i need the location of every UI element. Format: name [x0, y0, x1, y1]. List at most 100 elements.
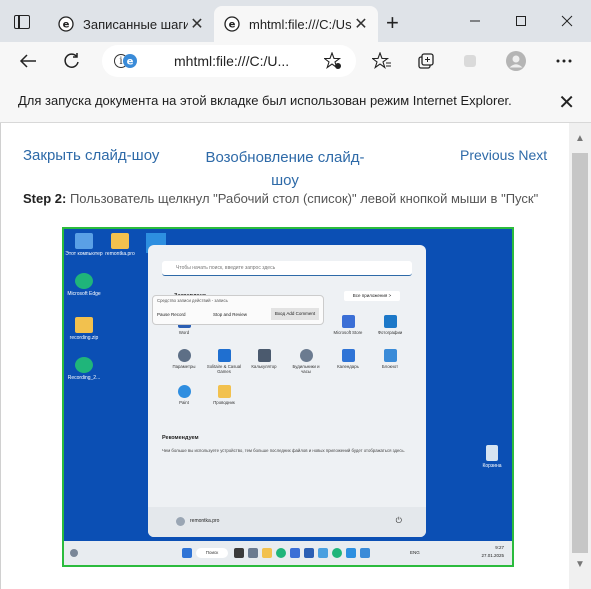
infobar-message: Для запуска документа на этой вкладке бы…	[18, 93, 512, 108]
scroll-down-icon[interactable]: ▼	[575, 559, 585, 570]
desktop-icon-remontka: remontka.pro	[100, 233, 140, 257]
app-store: Microsoft Store	[330, 315, 366, 335]
taskbar-search: Поиск	[196, 548, 228, 558]
close-window-icon[interactable]	[544, 6, 590, 36]
explorer-taskbar-icon	[262, 548, 272, 558]
step-label: Step 2:	[23, 191, 67, 206]
app-settings: Параметры	[166, 349, 202, 369]
tray-lang: ENG	[410, 550, 420, 555]
store-taskbar-icon	[290, 548, 300, 558]
add-favorite-icon[interactable]	[322, 51, 342, 75]
ie-mode-infobar: Для запуска документа на этой вкладке бы…	[0, 80, 591, 123]
start-search: Чтобы начать поиск, введите запрос здесь	[162, 261, 412, 276]
ie-mode-icon[interactable]: e	[122, 53, 138, 74]
edge-taskbar-icon	[332, 548, 342, 558]
step-description: Step 2: Пользователь щелкнул "Рабочий ст…	[23, 190, 553, 207]
new-tab-icon[interactable]: +	[386, 10, 399, 36]
tab-close-icon[interactable]: ✕	[352, 14, 370, 34]
recycle-bin-icon	[486, 445, 498, 461]
app-notepad: Блокнот	[372, 349, 408, 369]
desktop-icon-label: Корзина	[482, 463, 502, 469]
edge-ie-mode-icon: e	[58, 16, 74, 32]
edge-icon	[75, 357, 93, 373]
start-menu: Чтобы начать поиск, введите запрос здесь…	[148, 245, 426, 537]
tab-mhtml-active[interactable]: e mhtml:file:///C:/Us ✕	[214, 6, 378, 42]
tab-label: mhtml:file:///C:/Us	[249, 16, 352, 32]
task-view-icon	[234, 548, 244, 558]
desktop-icon-label: Microsoft Edge	[67, 291, 101, 297]
profile-avatar-icon[interactable]	[502, 48, 530, 74]
desktop-icon-this-pc: Этот компьютер	[64, 233, 104, 257]
zip-folder-icon	[75, 317, 93, 333]
svg-text:e: e	[127, 57, 134, 68]
scroll-thumb[interactable]	[572, 153, 588, 553]
tab-recorded-steps[interactable]: e Записанные шаги ✕	[48, 6, 214, 42]
collections-icon[interactable]	[412, 48, 440, 74]
page-scrollbar[interactable]: ▲ ▼	[569, 123, 591, 589]
app-explorer: Проводник	[206, 385, 242, 405]
app-alarms: Будильники и часы	[288, 349, 324, 374]
svg-text:e: e	[63, 20, 70, 31]
desktop-icon-label: Этот компьютер	[65, 251, 103, 257]
desktop-icon-edge: Microsoft Edge	[64, 273, 104, 297]
browser-toolbar: i e mhtml:file:///C:/U...	[0, 42, 591, 80]
recommended-text: Чем больше вы используете устройство, те…	[162, 448, 405, 453]
desktop-icon-label: remontka.pro	[105, 251, 135, 257]
resume-slideshow-link[interactable]: Возобновление слайд-шоу	[197, 146, 373, 192]
user-avatar-icon	[176, 517, 185, 526]
maximize-icon[interactable]	[498, 6, 544, 36]
tab-label: Записанные шаги	[83, 16, 188, 32]
tray-date: 27.01.2025	[481, 553, 504, 558]
stop-review-button: Stop and Review	[213, 312, 248, 317]
ie-taskbar-icon	[360, 548, 370, 558]
photos-taskbar-icon	[318, 548, 328, 558]
desktop-icon-label: recording.zip	[69, 335, 99, 341]
tab-actions-icon[interactable]	[14, 15, 30, 29]
search-placeholder: Чтобы начать поиск, введите запрос здесь	[176, 265, 276, 271]
desktop-icon-recycle-bin: Корзина	[472, 445, 512, 469]
more-menu-icon[interactable]	[550, 48, 578, 74]
widgets-icon	[70, 549, 78, 557]
step-screenshot[interactable]: Этот компьютер remontka.pro Microsoft Ed…	[62, 227, 514, 567]
chat-icon	[248, 548, 258, 558]
all-apps-button: Все приложения >	[344, 291, 400, 301]
edge-ie-mode-icon: e	[224, 16, 240, 32]
close-infobar-icon[interactable]: ✕	[558, 90, 575, 115]
back-arrow-icon[interactable]	[14, 48, 42, 74]
step-text: Пользователь щелкнул "Рабочий стол (спис…	[66, 191, 539, 206]
app-solitaire: Solitaire & Casual Games	[206, 349, 242, 374]
favorites-icon[interactable]	[368, 48, 396, 74]
edge-icon	[75, 273, 93, 289]
page-content: Закрыть слайд-шоу Возобновление слайд-шо…	[0, 123, 569, 589]
svg-text:e: e	[229, 20, 236, 31]
app-calculator: Калькулятор	[246, 349, 282, 369]
start-menu-footer: remontka.pro ⏻	[148, 507, 426, 537]
recommended-title: Рекомендуем	[162, 435, 199, 441]
tray-time: 9:27	[495, 545, 504, 550]
app-calendar: Календарь	[330, 349, 366, 369]
app-paint: Paint	[166, 385, 202, 405]
refresh-icon[interactable]	[58, 48, 86, 74]
edge-taskbar-icon	[276, 548, 286, 558]
recorder-title: Средство записи действий - запись	[157, 298, 228, 303]
folder-icon	[111, 233, 129, 249]
close-slideshow-link[interactable]: Закрыть слайд-шоу	[23, 147, 159, 164]
windows-taskbar: Поиск ENG 9:27 27.01.2025	[64, 541, 512, 565]
user-name: remontka.pro	[190, 518, 220, 524]
copilot-icon[interactable]	[456, 48, 484, 74]
desktop-icon-label: Recording_2...	[67, 375, 101, 381]
tab-close-icon[interactable]: ✕	[188, 14, 206, 34]
power-icon: ⏻	[395, 516, 402, 525]
address-bar[interactable]: i e mhtml:file:///C:/U...	[102, 45, 356, 77]
pause-record-button: Pause Record	[157, 312, 186, 317]
previous-next-links[interactable]: Previous Next	[460, 147, 547, 163]
app-taskbar-icon	[304, 548, 314, 558]
monitor-icon	[75, 233, 93, 249]
desktop-icon-recording-edge: Recording_2...	[64, 357, 104, 381]
start-button-icon	[182, 548, 192, 558]
app-photos: Фотографии	[372, 315, 408, 335]
add-comment-button: Вход Add Comment	[271, 308, 319, 320]
desktop-icon-recording-zip: recording.zip	[64, 317, 104, 341]
minimize-icon[interactable]	[452, 6, 498, 36]
scroll-up-icon[interactable]: ▲	[575, 133, 585, 144]
